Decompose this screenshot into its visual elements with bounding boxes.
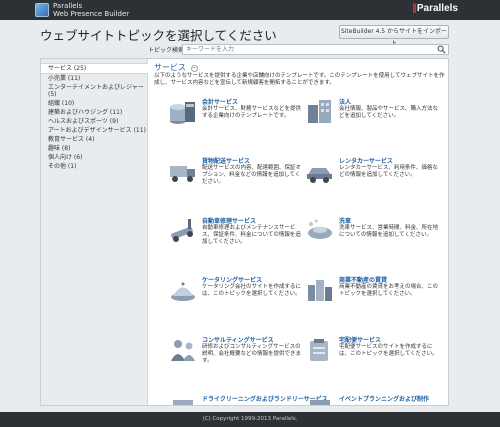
corporate-icon: [308, 100, 331, 123]
sidebar-item-retail[interactable]: 小売業 (11): [41, 74, 147, 83]
topic-card[interactable]: 商業不動産の賃貸 商業不動産の賃貸をお考えの場合、このトピックを選択してください…: [305, 275, 445, 325]
search-input[interactable]: [182, 44, 449, 55]
category-sidebar: サービス (25) 小売業 (11) エンターテイメントおよびレジャー (5) …: [41, 59, 148, 405]
accounting-icon: [170, 102, 195, 124]
sidebar-item-education[interactable]: 教育サービス (4): [41, 135, 147, 144]
topic-card[interactable]: 会計サービス 会計サービス、財務サービスなどを提供する企業向けのテンプレートです…: [168, 97, 308, 147]
dry-cleaning-icon: [173, 400, 193, 405]
event-planning-icon: [310, 400, 330, 405]
topic-content: サービス − 以下のようなサービスを提供する企業や店舗向けのテンプレートです。こ…: [154, 59, 448, 405]
sidebar-item-health[interactable]: ヘルスおよびスポーツ (9): [41, 117, 147, 126]
catering-icon: [171, 282, 195, 301]
courier-icon: [310, 339, 328, 361]
top-bar: Parallels Web Presence Builder ||Paralle…: [0, 0, 500, 20]
topic-card[interactable]: イベントプランニングおよび制作: [305, 394, 445, 405]
main-panel: サービス (25) 小売業 (11) エンターテイメントおよびレジャー (5) …: [40, 58, 449, 406]
footer: (C) Copyright 1999-2013 Parallels.: [0, 412, 500, 427]
section-description: 以下のようなサービスを提供する企業や店舗向けのテンプレートです。このテンプレート…: [154, 73, 445, 86]
topic-card[interactable]: レンタカーサービス レンタカーサービス、利用条件、価格などの情報を追加してくださ…: [305, 156, 445, 206]
topic-card[interactable]: ケータリングサービス ケータリング会社のサイトを作成するには、このトピックを選択…: [168, 275, 308, 325]
topic-card[interactable]: 法人 会社情報、製品やサービス、購入方法などを追加してください。: [305, 97, 445, 147]
collapse-icon[interactable]: −: [190, 65, 198, 72]
brand-line2: Web Presence Builder: [53, 10, 130, 18]
topic-card[interactable]: 自動車修理サービス 自動車修理およびメンテナンスサービス、保証条件、料金について…: [168, 216, 308, 266]
car-repair-icon: [171, 219, 193, 242]
parallels-bars-icon: ||: [412, 3, 417, 14]
sidebar-item-services[interactable]: サービス (25): [41, 63, 148, 74]
sidebar-item-personal[interactable]: 個人向け (6): [41, 153, 147, 162]
topic-card[interactable]: 貨物配送サービス 配送サービスの内容、配達範囲、保証オプション、料金などの情報を…: [168, 156, 308, 206]
brand-line1: Parallels: [53, 2, 83, 10]
topic-card[interactable]: コンサルティングサービス 研修およびコンサルティングサービスの説明、会社概要など…: [168, 335, 308, 385]
parallels-logo: ||Parallels: [412, 3, 458, 14]
sidebar-item-hobbies[interactable]: 趣味 (8): [41, 144, 147, 153]
consulting-icon: [171, 340, 195, 361]
brand: Parallels Web Presence Builder: [35, 2, 129, 18]
search-icon[interactable]: [437, 45, 446, 54]
search-row: トピック検索: [40, 44, 449, 56]
topic-card[interactable]: ドライクリーニングおよびランドリーサービス: [168, 394, 328, 405]
sidebar-item-entertainment[interactable]: エンターテイメントおよびレジャー (5): [41, 83, 147, 99]
sidebar-item-other[interactable]: その他 (1): [41, 162, 147, 171]
topic-card[interactable]: 宅配便サービス 宅配便サービスのサイトを作成するには、このトピックを選択してくだ…: [305, 335, 445, 385]
page-title: ウェブサイトトピックを選択してください: [40, 28, 277, 43]
car-rental-icon: [307, 168, 332, 183]
car-wash-icon: [308, 219, 332, 239]
delivery-icon: [170, 166, 195, 182]
search-label: トピック検索: [148, 47, 185, 54]
topic-card[interactable]: 洗車 洗車サービス、営業時間、料金、所在地についての情報を追加してください。: [305, 216, 445, 266]
app-logo-icon: [35, 3, 49, 17]
sidebar-item-art[interactable]: アートおよびデザインサービス (11): [41, 126, 147, 135]
sidebar-item-organizations[interactable]: 組織 (10): [41, 99, 147, 108]
sidebar-item-construction[interactable]: 建築およびハウジング (11): [41, 108, 147, 117]
commercial-realty-icon: [308, 280, 332, 301]
section-title: サービス −: [154, 63, 198, 72]
import-button[interactable]: SiteBuilder 4.5 からサイトをインポート: [339, 25, 449, 47]
